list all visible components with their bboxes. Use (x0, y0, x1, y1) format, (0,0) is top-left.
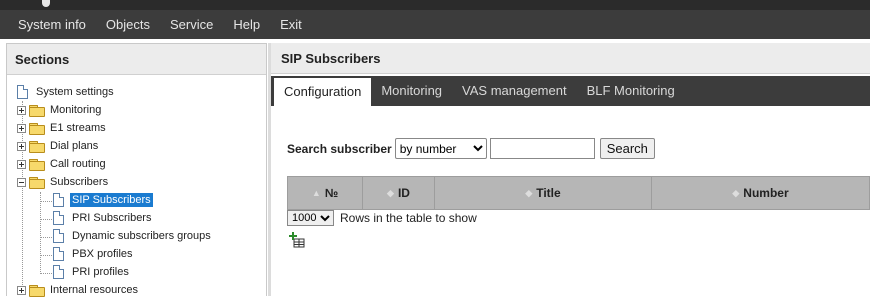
column-label: Title (536, 186, 561, 200)
tree-item-internal-resources[interactable]: Internal resources (17, 281, 140, 299)
sort-icon: ◆ (525, 187, 533, 198)
tree-item-pri-subscribers[interactable]: PRI Subscribers (53, 209, 153, 227)
expand-icon[interactable] (17, 285, 26, 295)
column-title[interactable]: ◆ Title (435, 177, 652, 209)
search-button[interactable]: Search (599, 138, 655, 159)
expand-icon[interactable] (17, 123, 26, 133)
rows-per-page-label: Rows in the table to show (340, 211, 477, 225)
page-icon (53, 229, 64, 243)
sort-icon: ◆ (732, 187, 740, 198)
column-number[interactable]: ▲ № (288, 177, 363, 209)
page-icon (53, 247, 64, 261)
menu-help[interactable]: Help (223, 10, 270, 39)
folder-icon (29, 104, 45, 117)
menu-objects[interactable]: Objects (96, 10, 160, 39)
tree-item-sip-subscribers[interactable]: SIP Subscribers (53, 191, 153, 209)
search-label: Search subscriber (287, 141, 392, 156)
folder-open-icon (29, 176, 45, 189)
tab-vas-management[interactable]: VAS management (452, 76, 577, 106)
top-strip (0, 0, 870, 10)
folder-icon (29, 158, 45, 171)
collapse-icon[interactable] (17, 177, 26, 187)
sort-icon: ◆ (387, 187, 394, 198)
column-phone-number[interactable]: ◆ Number (652, 177, 869, 209)
expand-icon[interactable] (17, 105, 26, 115)
tab-blf-monitoring[interactable]: BLF Monitoring (577, 76, 685, 106)
column-id[interactable]: ◆ ID (363, 177, 435, 209)
page-icon (53, 211, 64, 225)
expand-icon[interactable] (17, 141, 26, 151)
main-menu: System info Objects Service Help Exit (0, 10, 870, 39)
page-icon (17, 85, 28, 99)
tree-item-pbx-profiles[interactable]: PBX profiles (53, 245, 135, 263)
subscribers-grid-header: ▲ № ◆ ID ◆ Title ◆ Number (287, 176, 870, 210)
page-title: SIP Subscribers (271, 43, 870, 74)
menu-system-info[interactable]: System info (8, 10, 96, 39)
content-panel: SIP Subscribers Configuration Monitoring… (271, 43, 870, 296)
tree-item-dial-plans[interactable]: Dial plans (17, 137, 100, 155)
tree-item-call-routing[interactable]: Call routing (17, 155, 108, 173)
tab-bar: Configuration Monitoring VAS management … (271, 76, 870, 106)
tree-item-e1-streams[interactable]: E1 streams (17, 119, 108, 137)
page-icon (53, 193, 64, 207)
logo (42, 0, 50, 7)
menu-service[interactable]: Service (160, 10, 223, 39)
rows-per-page-select[interactable]: 1000 (287, 210, 334, 226)
sections-panel: Sections System settings Monitoring E1 s… (6, 43, 267, 299)
folder-icon (29, 284, 45, 297)
column-label: № (324, 186, 339, 200)
menu-exit[interactable]: Exit (270, 10, 312, 39)
expand-icon[interactable] (17, 159, 26, 169)
tree-item-dynamic-subscribers-groups[interactable]: Dynamic subscribers groups (53, 227, 213, 245)
sections-title: Sections (7, 44, 266, 75)
column-label: Number (743, 186, 789, 200)
folder-icon (29, 140, 45, 153)
tree-item-monitoring[interactable]: Monitoring (17, 101, 103, 119)
tree-item-subscribers[interactable]: Subscribers (17, 173, 110, 191)
search-bar: Search subscriber by number Search (287, 138, 655, 159)
search-mode-select[interactable]: by number (394, 138, 487, 159)
rows-per-page: 1000 Rows in the table to show (287, 210, 477, 226)
page-icon (53, 265, 64, 279)
column-label: ID (397, 186, 410, 200)
add-row-icon[interactable] (289, 232, 305, 248)
tree-item-pri-profiles[interactable]: PRI profiles (53, 263, 131, 281)
sort-asc-icon: ▲ (311, 188, 321, 198)
tree-item-system-settings[interactable]: System settings (17, 83, 116, 101)
tab-monitoring[interactable]: Monitoring (371, 76, 452, 106)
folder-icon (29, 122, 45, 135)
search-input[interactable] (489, 138, 595, 159)
tab-configuration[interactable]: Configuration (274, 78, 372, 106)
